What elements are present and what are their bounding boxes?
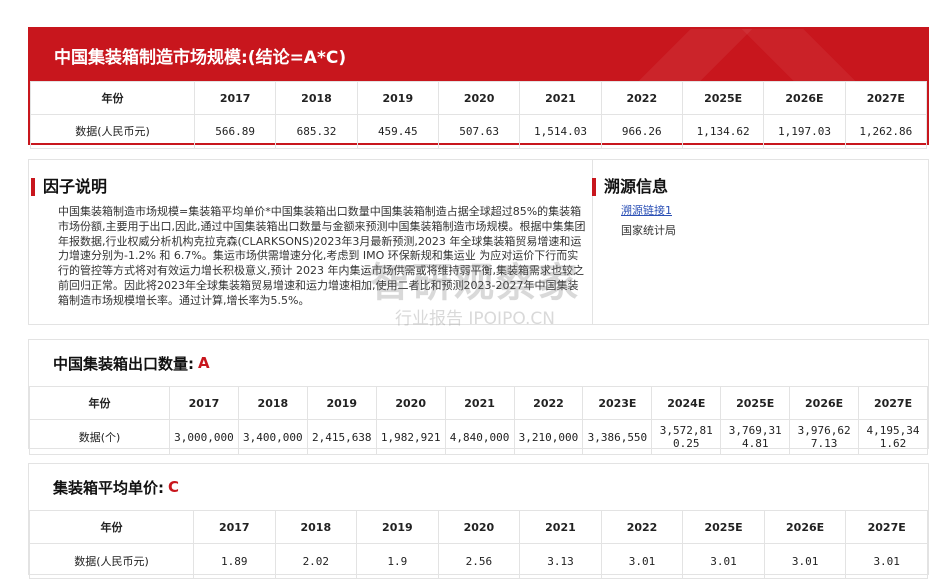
year-cell: 2022 xyxy=(600,81,683,115)
year-cell: 2020 xyxy=(437,510,521,544)
value-cell: 3.01 xyxy=(682,543,765,579)
value-cell: 3.01 xyxy=(845,543,928,579)
value-cell: 3,386,550 xyxy=(582,419,653,455)
value-cell: 3,000,000 xyxy=(169,419,239,455)
value-cell: 1,134.62 xyxy=(681,114,765,149)
year-cell: 2020 xyxy=(437,81,521,115)
value-cell: 507.63 xyxy=(437,114,521,149)
year-header-label: 年份 xyxy=(30,81,195,115)
year-cell: 2026E xyxy=(789,386,860,420)
year-cell: 2021 xyxy=(519,81,602,115)
unit-price-card: 集装箱平均单价: C 年份 2017 2018 2019 2020 2021 2… xyxy=(28,463,929,579)
year-cell: 2019 xyxy=(306,386,377,420)
value-cell: 1,197.03 xyxy=(763,114,846,149)
value-cell: 685.32 xyxy=(275,114,358,149)
value-cell: 1.89 xyxy=(193,543,276,579)
row-label: 数据(人民币元) xyxy=(30,114,195,149)
year-cell: 2018 xyxy=(237,386,308,420)
year-cell: 2022 xyxy=(513,386,584,420)
export-quantity-header: 中国集装箱出口数量: A xyxy=(29,340,928,386)
export-quantity-card: 中国集装箱出口数量: A 年份 2017 2018 2019 2020 2021… xyxy=(28,339,929,455)
value-cell: 3,400,000 xyxy=(237,419,308,455)
year-cell: 2019 xyxy=(356,81,439,115)
value-cell: 2,415,638 xyxy=(306,419,377,455)
market-size-header: 中国集装箱制造市场规模:(结论=A*C) xyxy=(30,29,927,81)
year-cell: 2027E xyxy=(845,510,928,544)
table-row: 数据(人民币元) 1.89 2.02 1.9 2.56 3.13 3.01 3.… xyxy=(29,543,928,579)
value-cell: 3.01 xyxy=(600,543,684,579)
row-label: 数据(人民币元) xyxy=(29,543,194,579)
year-cell: 2019 xyxy=(356,510,439,544)
factor-title: 因子说明 xyxy=(31,177,107,197)
year-header-label: 年份 xyxy=(29,510,194,544)
year-cell: 2021 xyxy=(519,510,602,544)
value-cell: 2.56 xyxy=(437,543,521,579)
unit-price-title: 集装箱平均单价: xyxy=(53,478,164,497)
year-cell: 2018 xyxy=(274,510,358,544)
year-cell: 2025E xyxy=(720,386,791,420)
value-cell: 566.89 xyxy=(193,114,277,149)
source-link[interactable]: 溯源链接1 xyxy=(621,202,672,218)
table-header-row: 年份 2017 2018 2019 2020 2021 2022 2025E 2… xyxy=(30,81,928,115)
year-cell: 2022 xyxy=(600,510,684,544)
value-cell: 1.9 xyxy=(356,543,439,579)
export-quantity-title: 中国集装箱出口数量: xyxy=(53,354,194,373)
value-cell: 3,210,000 xyxy=(513,419,584,455)
table-header-row: 年份 2017 2018 2019 2020 2021 2022 2023E 2… xyxy=(29,386,928,420)
year-cell: 2017 xyxy=(169,386,239,420)
year-cell: 2024E xyxy=(651,386,722,420)
year-cell: 2026E xyxy=(763,81,846,115)
export-quantity-table: 年份 2017 2018 2019 2020 2021 2022 2023E 2… xyxy=(29,386,928,455)
year-cell: 2018 xyxy=(275,81,358,115)
value-cell: 3.01 xyxy=(763,543,847,579)
value-cell: 3,976,627.13 xyxy=(789,419,860,455)
export-quantity-variable: A xyxy=(198,354,210,372)
market-size-table: 年份 2017 2018 2019 2020 2021 2022 2025E 2… xyxy=(30,81,928,149)
market-size-card: 中国集装箱制造市场规模:(结论=A*C) 年份 2017 2018 2019 2… xyxy=(28,27,929,149)
row-label: 数据(个) xyxy=(29,419,170,455)
factor-description: 中国集装箱制造市场规模=集装箱平均单价*中国集装箱出口数量中国集装箱制造占据全球… xyxy=(58,205,586,307)
year-cell: 2027E xyxy=(844,81,928,115)
value-cell: 459.45 xyxy=(356,114,439,149)
year-cell: 2017 xyxy=(193,81,277,115)
year-cell: 2027E xyxy=(858,386,928,420)
value-cell: 1,982,921 xyxy=(375,419,446,455)
unit-price-header: 集装箱平均单价: C xyxy=(29,464,928,510)
source-title: 溯源信息 xyxy=(592,177,668,197)
market-size-title: 中国集装箱制造市场规模:(结论=A*C) xyxy=(54,47,347,68)
source-organization: 国家统计局 xyxy=(621,224,676,237)
value-cell: 1,514.03 xyxy=(519,114,602,149)
unit-price-variable: C xyxy=(168,478,180,496)
year-cell: 2023E xyxy=(582,386,653,420)
value-cell: 3,572,810.25 xyxy=(651,419,722,455)
value-cell: 3.13 xyxy=(519,543,602,579)
table-header-row: 年份 2017 2018 2019 2020 2021 2022 2025E 2… xyxy=(29,510,928,544)
year-cell: 2021 xyxy=(444,386,515,420)
factor-section: 因子说明 中国集装箱制造市场规模=集装箱平均单价*中国集装箱出口数量中国集装箱制… xyxy=(29,160,593,324)
year-header-label: 年份 xyxy=(29,386,170,420)
year-cell: 2025E xyxy=(682,510,765,544)
year-cell: 2020 xyxy=(375,386,446,420)
value-cell: 3,769,314.81 xyxy=(720,419,791,455)
year-cell: 2025E xyxy=(681,81,765,115)
unit-price-table: 年份 2017 2018 2019 2020 2021 2022 2025E 2… xyxy=(29,510,928,579)
table-row: 数据(人民币元) 566.89 685.32 459.45 507.63 1,5… xyxy=(30,114,928,149)
year-cell: 2026E xyxy=(763,510,847,544)
value-cell: 4,840,000 xyxy=(444,419,515,455)
value-cell: 1,262.86 xyxy=(844,114,928,149)
value-cell: 2.02 xyxy=(274,543,358,579)
header-decoration xyxy=(567,29,927,81)
year-cell: 2017 xyxy=(193,510,276,544)
table-row: 数据(个) 3,000,000 3,400,000 2,415,638 1,98… xyxy=(29,419,928,455)
value-cell: 4,195,341.62 xyxy=(858,419,928,455)
value-cell: 966.26 xyxy=(600,114,683,149)
factor-source-card: 因子说明 中国集装箱制造市场规模=集装箱平均单价*中国集装箱出口数量中国集装箱制… xyxy=(28,159,929,325)
